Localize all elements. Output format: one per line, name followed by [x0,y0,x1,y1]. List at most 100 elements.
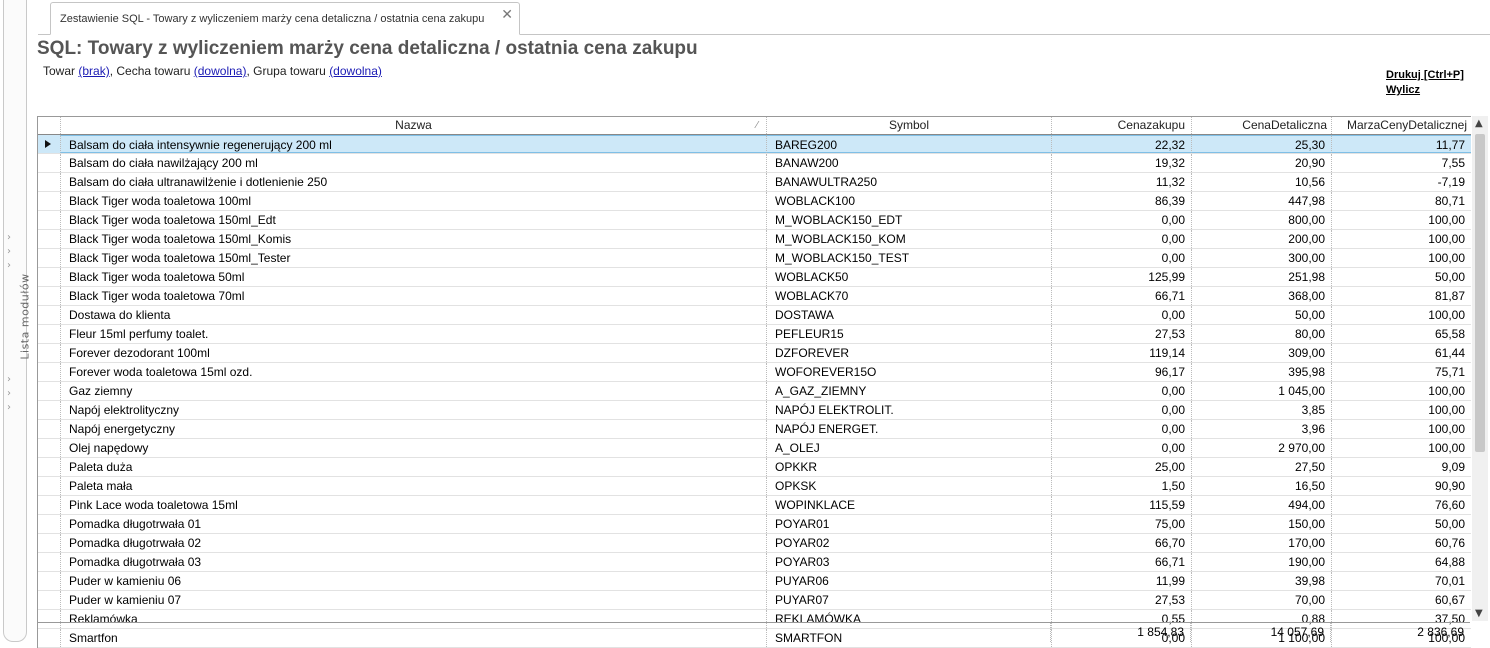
cell-nazwa[interactable]: Pink Lace woda toaletowa 15ml [60,496,766,514]
filter-towar-link[interactable]: (brak) [78,64,109,78]
column-header-nazwa[interactable]: Nazwa ⁄ [60,117,766,134]
table-row[interactable]: Balsam do ciała intensywnie regenerujący… [38,135,1471,154]
row-indicator[interactable] [38,496,60,514]
column-header-cenadetaliczna[interactable]: CenaDetaliczna [1191,117,1331,134]
cell-marza[interactable]: 11,77 [1331,135,1471,153]
cell-nazwa[interactable]: Napój elektrolityczny [60,401,766,419]
table-row[interactable]: Forever dezodorant 100ml DZFOREVER 119,14 3… [38,344,1471,363]
cell-symbol[interactable]: PEFLEUR15 [766,325,1051,343]
cell-cenazakupu[interactable]: 115,59 [1051,496,1191,514]
cell-symbol[interactable]: DOSTAWA [766,306,1051,324]
cell-symbol[interactable]: NAPÓJ ENERGET. [766,420,1051,438]
table-row[interactable]: Pomadka długotrwała 03 POYAR03 66,71 190,00… [38,553,1471,572]
calculate-link[interactable]: Wylicz [1386,83,1464,98]
cell-nazwa[interactable]: Puder w kamieniu 06 [60,572,766,590]
table-row[interactable]: Balsam do ciała nawilżający 200 ml BANAW2… [38,154,1471,173]
cell-cenadetaliczna[interactable]: 16,50 [1191,477,1331,495]
cell-marza[interactable]: 100,00 [1331,382,1471,400]
row-indicator[interactable] [38,135,60,153]
cell-marza[interactable]: 60,76 [1331,534,1471,552]
cell-marza[interactable]: 65,58 [1331,325,1471,343]
row-indicator[interactable] [38,572,60,590]
cell-marza[interactable]: 75,71 [1331,363,1471,381]
cell-symbol[interactable]: A_OLEJ [766,439,1051,457]
cell-nazwa[interactable]: Black Tiger woda toaletowa 150ml_Komis [60,230,766,248]
filter-cecha-link[interactable]: (dowolna) [194,64,247,78]
cell-cenadetaliczna[interactable]: 251,98 [1191,268,1331,286]
cell-marza[interactable]: 100,00 [1331,420,1471,438]
cell-cenadetaliczna[interactable]: 190,00 [1191,553,1331,571]
row-indicator[interactable] [38,553,60,571]
cell-cenadetaliczna[interactable]: 50,00 [1191,306,1331,324]
cell-symbol[interactable]: M_WOBLACK150_TEST [766,249,1051,267]
table-row[interactable]: Paleta mała OPKSK 1,50 16,50 90,90 [38,477,1471,496]
scroll-thumb[interactable] [1475,134,1485,452]
cell-cenazakupu[interactable]: 0,00 [1051,249,1191,267]
cell-symbol[interactable]: WOBLACK70 [766,287,1051,305]
cell-symbol[interactable]: BAREG200 [766,135,1051,153]
table-row[interactable]: Paleta duża OPKKR 25,00 27,50 9,09 [38,458,1471,477]
table-row[interactable]: Black Tiger woda toaletowa 70ml WOBLACK70… [38,287,1471,306]
cell-cenazakupu[interactable]: 0,00 [1051,439,1191,457]
cell-marza[interactable]: 50,00 [1331,268,1471,286]
table-row[interactable]: Olej napędowy A_OLEJ 0,00 2 970,00 100,00 [38,439,1471,458]
cell-cenazakupu[interactable]: 11,32 [1051,173,1191,191]
cell-cenazakupu[interactable]: 0,00 [1051,382,1191,400]
table-row[interactable]: Black Tiger woda toaletowa 150ml_Komis M_… [38,230,1471,249]
cell-cenazakupu[interactable]: 0,00 [1051,230,1191,248]
row-indicator[interactable] [38,515,60,533]
cell-nazwa[interactable]: Black Tiger woda toaletowa 150ml_Tester [60,249,766,267]
cell-symbol[interactable]: M_WOBLACK150_KOM [766,230,1051,248]
cell-symbol[interactable]: PUYAR07 [766,591,1051,609]
table-row[interactable]: Black Tiger woda toaletowa 50ml WOBLACK50… [38,268,1471,287]
cell-nazwa[interactable]: Dostawa do klienta [60,306,766,324]
cell-marza[interactable]: 61,44 [1331,344,1471,362]
cell-symbol[interactable]: WOFOREVER15O [766,363,1051,381]
cell-cenadetaliczna[interactable]: 447,98 [1191,192,1331,210]
table-row[interactable]: Pomadka długotrwała 01 POYAR01 75,00 150,00… [38,515,1471,534]
cell-symbol[interactable]: OPKSK [766,477,1051,495]
table-row[interactable]: Pink Lace woda toaletowa 15ml WOPINKLACE 1… [38,496,1471,515]
row-indicator[interactable] [38,382,60,400]
cell-marza[interactable]: 100,00 [1331,306,1471,324]
cell-marza[interactable]: 100,00 [1331,211,1471,229]
row-indicator[interactable] [38,420,60,438]
cell-cenadetaliczna[interactable]: 80,00 [1191,325,1331,343]
table-row[interactable]: Puder w kamieniu 07 PUYAR07 27,53 70,00 60,6… [38,591,1471,610]
row-indicator[interactable] [38,591,60,609]
column-header-cenazakupu[interactable]: Cenazakupu [1051,117,1191,134]
cell-nazwa[interactable]: Black Tiger woda toaletowa 150ml_Edt [60,211,766,229]
cell-nazwa[interactable]: Fleur 15ml perfumy toalet. [60,325,766,343]
row-indicator[interactable] [38,230,60,248]
row-indicator[interactable] [38,249,60,267]
cell-cenadetaliczna[interactable]: 70,00 [1191,591,1331,609]
cell-cenadetaliczna[interactable]: 800,00 [1191,211,1331,229]
cell-nazwa[interactable]: Black Tiger woda toaletowa 70ml [60,287,766,305]
cell-nazwa[interactable]: Pomadka długotrwała 01 [60,515,766,533]
cell-cenazakupu[interactable]: 0,00 [1051,211,1191,229]
cell-symbol[interactable]: WOBLACK100 [766,192,1051,210]
cell-cenazakupu[interactable]: 1,50 [1051,477,1191,495]
cell-cenazakupu[interactable]: 0,00 [1051,306,1191,324]
cell-symbol[interactable]: WOBLACK50 [766,268,1051,286]
cell-cenadetaliczna[interactable]: 170,00 [1191,534,1331,552]
cell-marza[interactable]: 60,67 [1331,591,1471,609]
table-row[interactable]: Dostawa do klienta DOSTAWA 0,00 50,00 100,00 [38,306,1471,325]
row-indicator[interactable] [38,363,60,381]
cell-symbol[interactable]: WOPINKLACE [766,496,1051,514]
cell-nazwa[interactable]: Pomadka długotrwała 03 [60,553,766,571]
row-indicator[interactable] [38,401,60,419]
table-row[interactable]: Gaz ziemny A_GAZ_ZIEMNY 0,00 1 045,00 100,00 [38,382,1471,401]
cell-symbol[interactable]: POYAR02 [766,534,1051,552]
table-row[interactable]: Black Tiger woda toaletowa 150ml_Edt M_WO… [38,211,1471,230]
cell-cenadetaliczna[interactable]: 25,30 [1191,135,1331,153]
cell-cenazakupu[interactable]: 96,17 [1051,363,1191,381]
cell-symbol[interactable]: BANAW200 [766,154,1051,172]
row-indicator[interactable] [38,173,60,191]
cell-cenadetaliczna[interactable]: 20,90 [1191,154,1331,172]
cell-marza[interactable]: 100,00 [1331,249,1471,267]
cell-marza[interactable]: 80,71 [1331,192,1471,210]
row-indicator[interactable] [38,439,60,457]
cell-nazwa[interactable]: Pomadka długotrwała 02 [60,534,766,552]
cell-cenadetaliczna[interactable]: 10,56 [1191,173,1331,191]
